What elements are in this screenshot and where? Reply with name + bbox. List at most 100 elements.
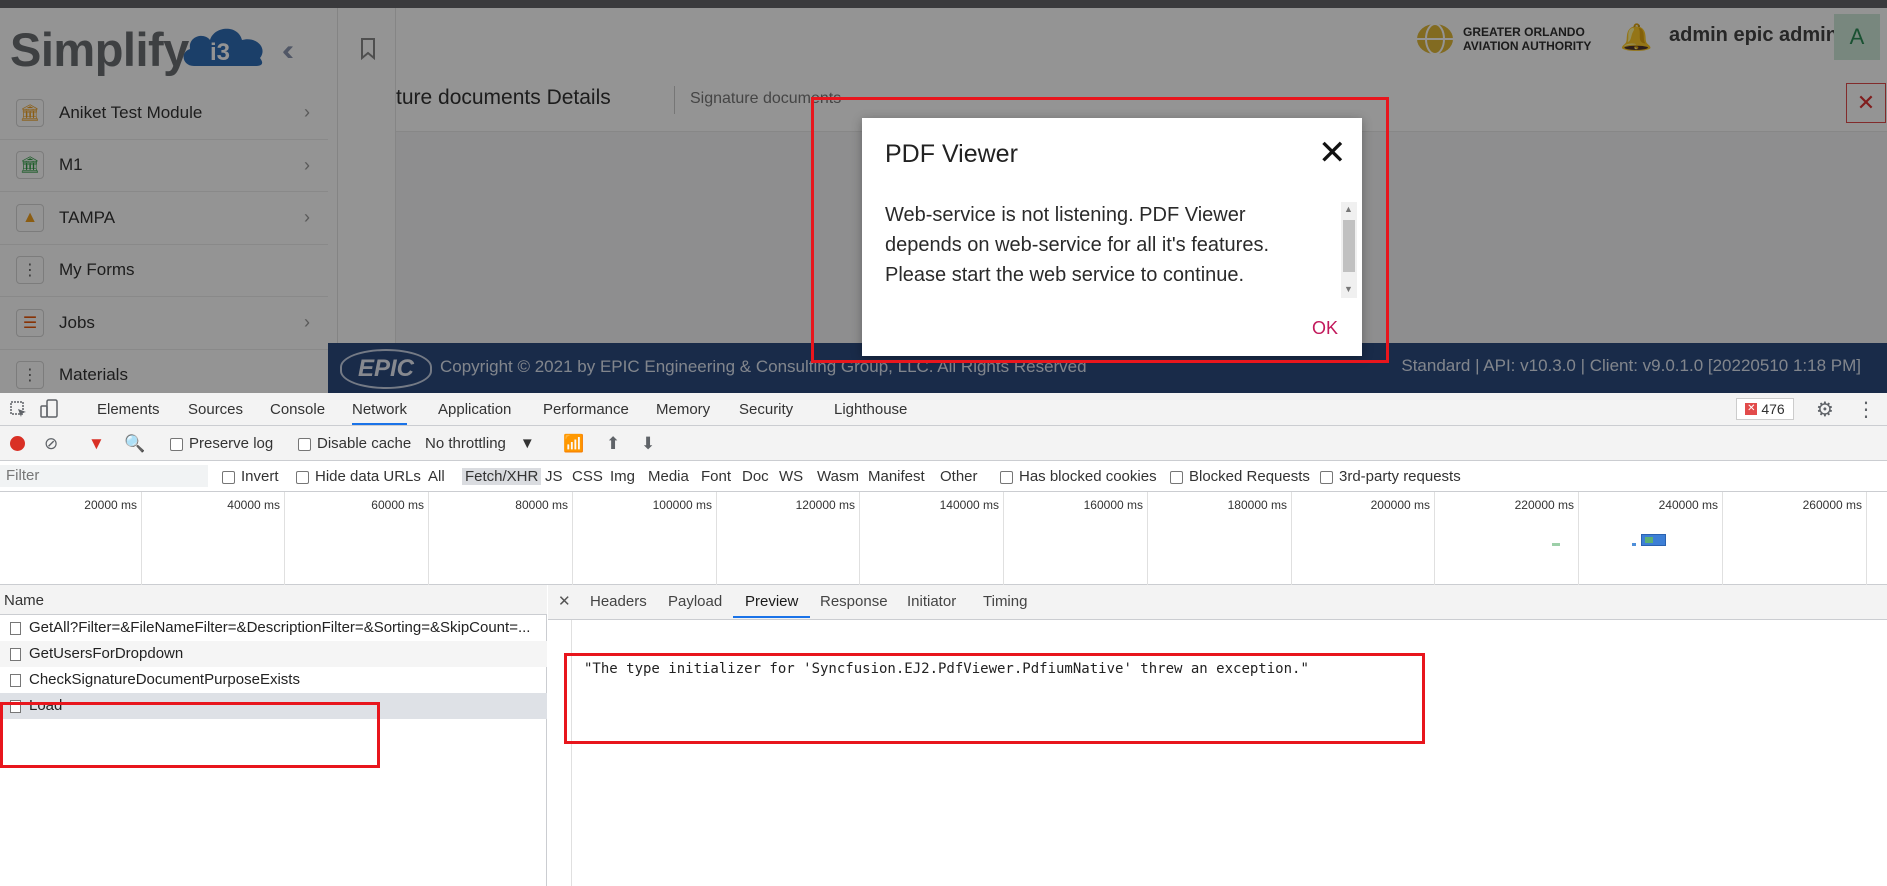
tab-memory[interactable]: Memory: [656, 401, 710, 418]
highlight-box-dialog: [811, 97, 1389, 363]
inspect-element-icon[interactable]: [10, 401, 28, 419]
disable-cache-checkbox[interactable]: Disable cache: [298, 435, 411, 452]
filter-type-font[interactable]: Font: [701, 468, 731, 485]
devtools-tabbar: Elements Sources Console Network Application…: [0, 393, 1887, 426]
timeline-gridline: [572, 492, 573, 585]
filter-type-wasm[interactable]: Wasm: [817, 468, 859, 485]
timeline-gridline: [1434, 492, 1435, 585]
checkbox-box[interactable]: [1320, 470, 1333, 484]
timeline-tick-label: 220000 ms: [1514, 498, 1574, 512]
device-toolbar-icon[interactable]: [40, 399, 60, 419]
invert-checkbox[interactable]: Invert: [222, 468, 279, 485]
timeline-gridline: [428, 492, 429, 585]
filter-type-ws[interactable]: WS: [779, 468, 803, 485]
detail-tab-response[interactable]: Response: [820, 593, 888, 610]
checkbox-box[interactable]: [222, 470, 235, 484]
filter-type-doc[interactable]: Doc: [742, 468, 769, 485]
throttling-value: No throttling: [425, 435, 506, 452]
network-overview-timeline[interactable]: 20000 ms 40000 ms 60000 ms 80000 ms 100000 m…: [0, 492, 1887, 585]
hide-data-urls-checkbox[interactable]: Hide data URLs: [296, 468, 421, 485]
filter-bar: Filter Invert Hide data URLs All Fetch/XH…: [0, 461, 1887, 492]
preserve-log-checkbox[interactable]: Preserve log: [170, 435, 273, 452]
request-name: GetAll?Filter=&FileNameFilter=&Descripti…: [29, 619, 531, 636]
timeline-gridline: [1147, 492, 1148, 585]
search-icon[interactable]: 🔍: [124, 434, 145, 454]
screenshot-root: Simplify i3 ‹‹ 🏛 Aniket Test Module › 🏛 M1 › ▲…: [0, 0, 1887, 886]
hide-data-urls-label: Hide data URLs: [315, 468, 421, 485]
detail-tab-preview[interactable]: Preview: [733, 593, 811, 618]
tab-performance[interactable]: Performance: [543, 401, 629, 418]
filter-type-fetch-xhr[interactable]: Fetch/XHR: [462, 468, 542, 485]
has-blocked-cookies-checkbox[interactable]: Has blocked cookies: [1000, 468, 1157, 485]
more-options-icon[interactable]: ⋮: [1856, 397, 1876, 422]
export-har-icon[interactable]: ⬇: [641, 434, 655, 454]
blocked-requests-checkbox[interactable]: Blocked Requests: [1170, 468, 1310, 485]
filter-type-other[interactable]: Other: [940, 468, 978, 485]
invert-label: Invert: [241, 468, 279, 485]
timeline-gridline: [1722, 492, 1723, 585]
name-column-header[interactable]: Name: [0, 585, 547, 615]
checkbox-box[interactable]: [1000, 470, 1013, 484]
tab-elements[interactable]: Elements: [97, 401, 160, 418]
settings-gear-icon[interactable]: ⚙: [1816, 397, 1834, 422]
devtools-panel: Elements Sources Console Network Application…: [0, 393, 1887, 886]
filter-type-js[interactable]: JS: [545, 468, 563, 485]
table-row[interactable]: CheckSignatureDocumentPurposeExists: [0, 667, 547, 693]
clear-icon[interactable]: ⊘: [44, 434, 58, 454]
filter-funnel-icon[interactable]: ▼: [88, 434, 105, 454]
throttling-select[interactable]: No throttling ▼: [425, 435, 535, 452]
filter-input[interactable]: Filter: [0, 465, 208, 487]
filter-type-media[interactable]: Media: [648, 468, 689, 485]
checkbox-box[interactable]: [296, 470, 309, 484]
timeline-tick-label: 140000 ms: [939, 498, 999, 512]
checkbox-box[interactable]: [170, 437, 183, 451]
detail-tab-initiator[interactable]: Initiator: [907, 593, 956, 610]
error-count-badge[interactable]: ✕ 476: [1736, 398, 1794, 420]
request-name: GetUsersForDropdown: [29, 645, 184, 662]
disable-cache-label: Disable cache: [317, 435, 412, 452]
highlight-box-preview: [564, 653, 1425, 744]
tab-application[interactable]: Application: [438, 401, 511, 418]
third-party-checkbox[interactable]: 3rd-party requests: [1320, 468, 1461, 485]
network-conditions-icon[interactable]: 📶: [563, 434, 584, 454]
timeline-gridline: [1003, 492, 1004, 585]
detail-tab-payload[interactable]: Payload: [668, 593, 722, 610]
tab-console[interactable]: Console: [270, 401, 325, 418]
import-har-icon[interactable]: ⬆: [606, 434, 620, 454]
error-count: 476: [1761, 401, 1785, 417]
table-row[interactable]: GetAll?Filter=&FileNameFilter=&Descripti…: [0, 615, 547, 641]
timeline-gridline: [859, 492, 860, 585]
third-party-label: 3rd-party requests: [1339, 468, 1461, 485]
tab-network[interactable]: Network: [352, 401, 408, 425]
timeline-bar: [1552, 543, 1560, 546]
timeline-tick-label: 20000 ms: [84, 498, 137, 512]
timeline-tick-label: 120000 ms: [795, 498, 855, 512]
tab-sources[interactable]: Sources: [188, 401, 243, 418]
timeline-gridline: [1291, 492, 1292, 585]
record-icon[interactable]: [10, 436, 25, 451]
timeline-gridline: [1578, 492, 1579, 585]
timeline-gridline: [141, 492, 142, 585]
filter-type-css[interactable]: CSS: [572, 468, 603, 485]
dropdown-arrow-icon: ▼: [519, 435, 535, 452]
checkbox-box[interactable]: [298, 437, 311, 451]
filter-type-img[interactable]: Img: [610, 468, 635, 485]
timeline-tick-label: 80000 ms: [515, 498, 568, 512]
table-row[interactable]: GetUsersForDropdown: [0, 641, 547, 667]
close-detail-icon[interactable]: ✕: [558, 592, 571, 610]
tab-lighthouse[interactable]: Lighthouse: [834, 401, 907, 418]
detail-tab-headers[interactable]: Headers: [590, 593, 647, 610]
detail-tab-timing[interactable]: Timing: [983, 593, 1027, 610]
filter-type-manifest[interactable]: Manifest: [868, 468, 925, 485]
has-blocked-cookies-label: Has blocked cookies: [1019, 468, 1157, 485]
blocked-requests-label: Blocked Requests: [1189, 468, 1310, 485]
timeline-gridline: [284, 492, 285, 585]
network-toolbar: ⊘ ▼ 🔍 Preserve log Disable cache No thro…: [0, 426, 1887, 461]
tab-security[interactable]: Security: [739, 401, 793, 418]
checkbox-box[interactable]: [1170, 470, 1183, 484]
request-file-icon: [10, 647, 21, 661]
filter-type-all[interactable]: All: [428, 468, 445, 485]
browser-top-strip: [0, 0, 1887, 8]
highlight-box-load-request: [0, 702, 380, 768]
preserve-log-label: Preserve log: [189, 435, 274, 452]
